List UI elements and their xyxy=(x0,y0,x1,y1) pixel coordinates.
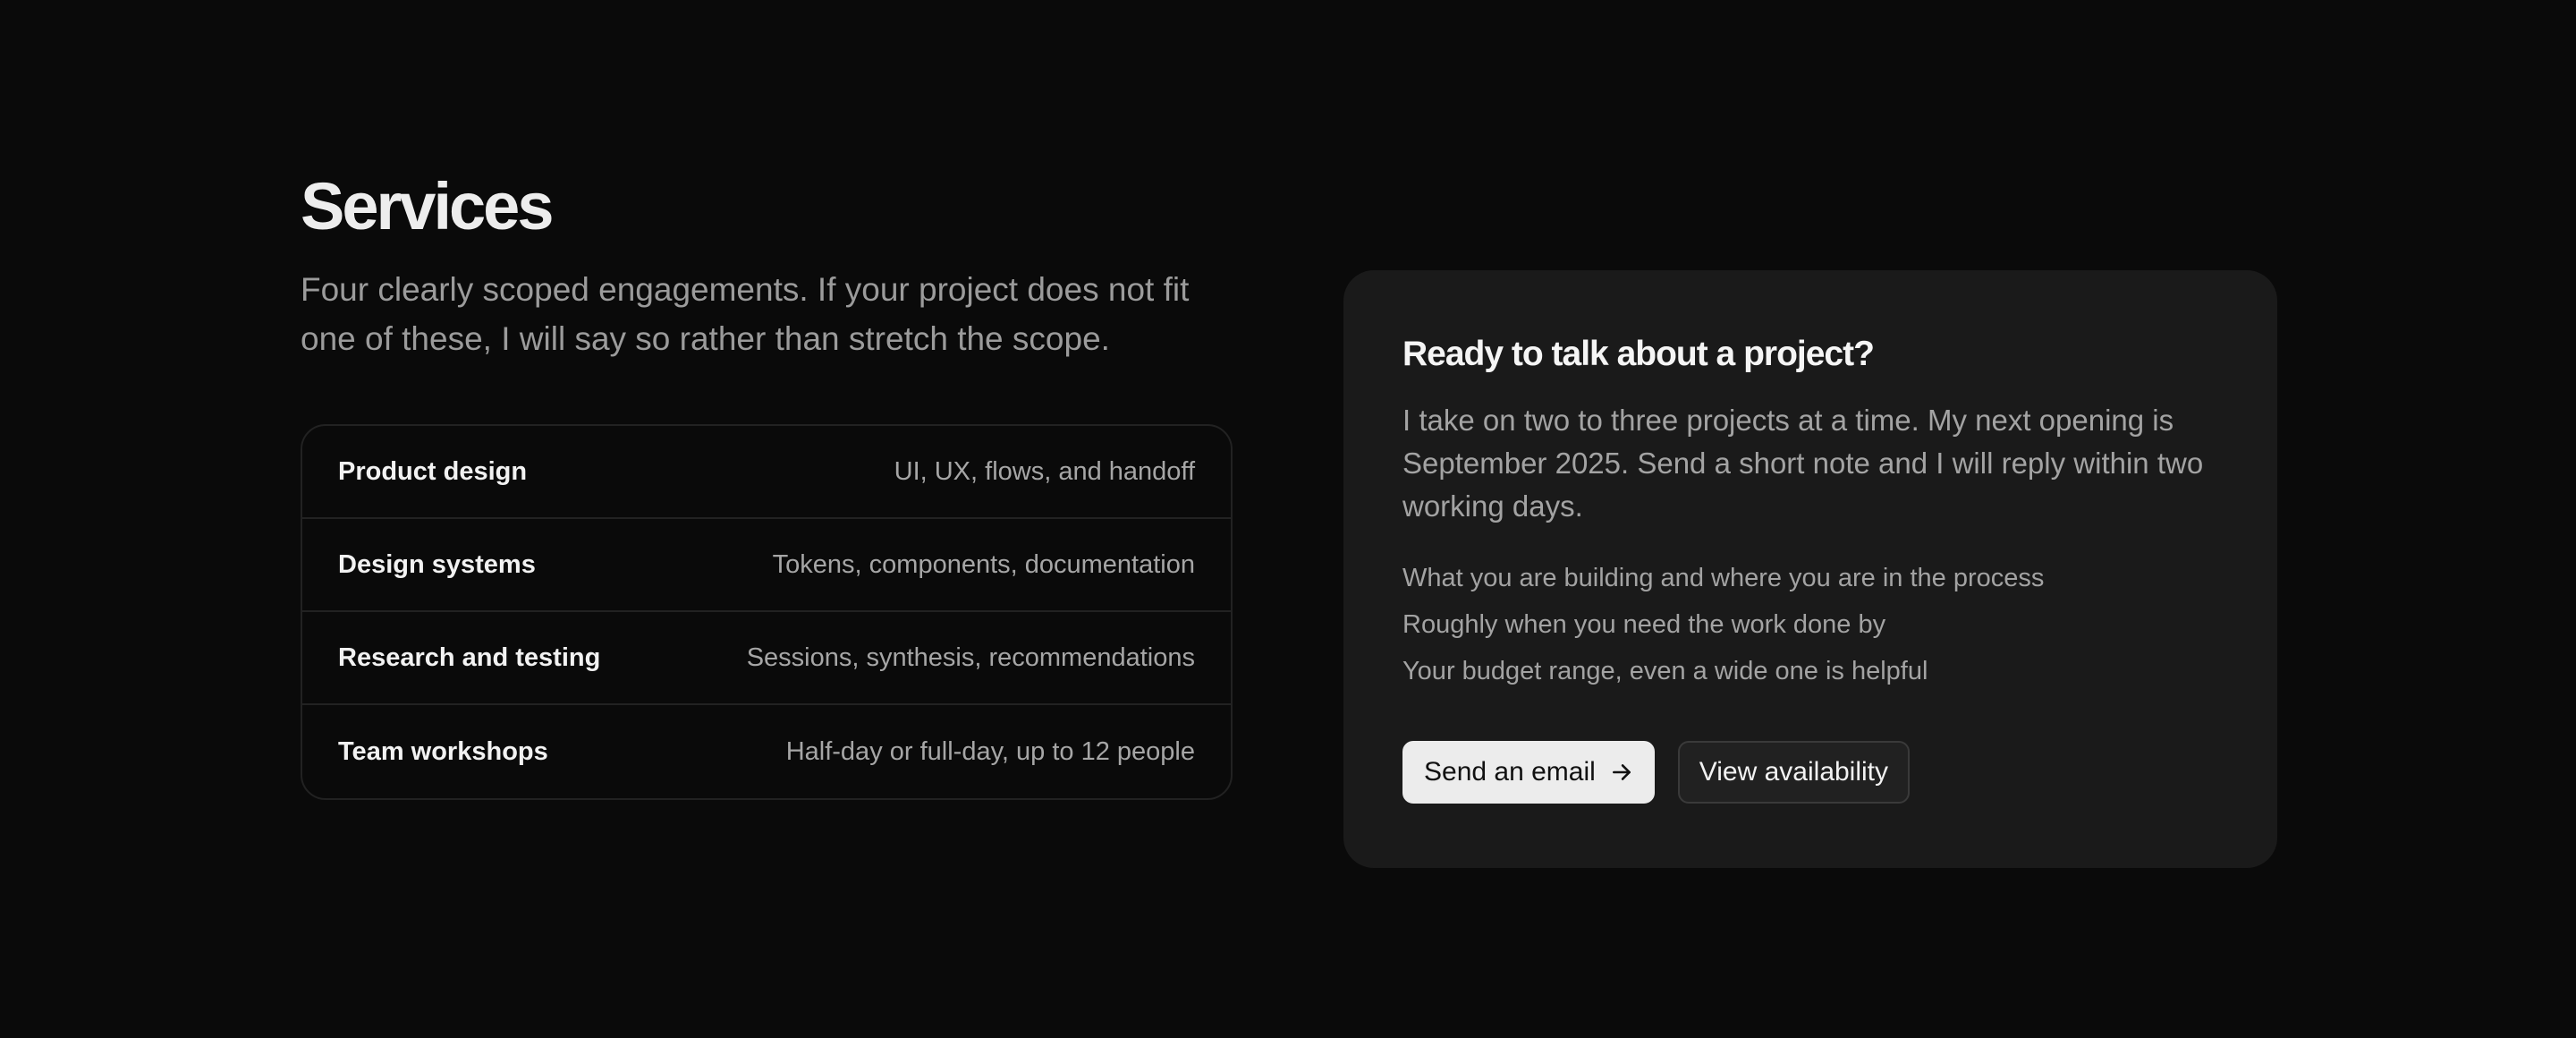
checklist-item: Your budget range, even a wide one is he… xyxy=(1402,657,1928,685)
service-row-research-and-testing: Research and testing Sessions, synthesis… xyxy=(302,612,1231,705)
service-name: Product design xyxy=(338,456,528,486)
service-row-product-design: Product design UI, UX, flows, and handof… xyxy=(302,426,1231,519)
service-detail: Half-day or full-day, up to 12 people xyxy=(785,736,1195,766)
checklist-item: What you are building and where you are … xyxy=(1402,564,2045,592)
service-name: Team workshops xyxy=(338,736,548,766)
contact-card: Ready to talk about a project? I take on… xyxy=(1343,270,2277,868)
view-availability-label: View availability xyxy=(1699,757,1889,787)
service-row-design-systems: Design systems Tokens, components, docum… xyxy=(302,519,1231,612)
arrow-right-icon xyxy=(1612,764,1631,780)
send-email-button[interactable]: Send an email xyxy=(1402,741,1655,804)
contact-actions: Send an email View availability xyxy=(1402,741,2218,804)
services-list: Product design UI, UX, flows, and handof… xyxy=(301,424,1233,800)
service-detail: UI, UX, flows, and handoff xyxy=(894,456,1195,486)
service-name: Design systems xyxy=(338,549,536,579)
contact-card-title: Ready to talk about a project? xyxy=(1402,335,1875,373)
service-name: Research and testing xyxy=(338,642,601,672)
view-availability-button[interactable]: View availability xyxy=(1677,741,1911,804)
service-detail: Tokens, components, documentation xyxy=(772,549,1195,579)
checklist-item: Roughly when you need the work done by xyxy=(1402,610,1886,639)
contact-checklist: What you are building and where you are … xyxy=(1402,555,2218,694)
contact-card-body: I take on two to three projects at a tim… xyxy=(1402,404,2204,523)
send-email-label: Send an email xyxy=(1424,757,1596,787)
services-section: Services Four clearly scoped engagements… xyxy=(301,166,1233,800)
services-title: Services xyxy=(301,169,555,243)
page: Services Four clearly scoped engagements… xyxy=(0,0,2576,1038)
service-row-team-workshops: Team workshops Half-day or full-day, up … xyxy=(302,705,1231,798)
services-description: Four clearly scoped engagements. If your… xyxy=(301,271,1190,357)
service-detail: Sessions, synthesis, recommendations xyxy=(746,642,1195,672)
